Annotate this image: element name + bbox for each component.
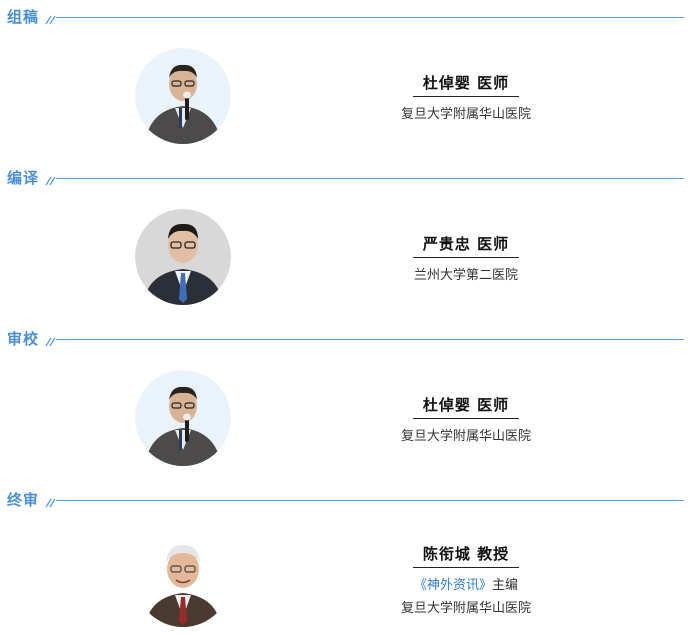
section-header: 编译 xyxy=(0,163,690,189)
section-title: 编译 xyxy=(7,169,40,187)
person-role: 《神外资讯》主编 xyxy=(356,574,576,593)
section-header: 组稿 xyxy=(0,2,690,28)
person-name: 杜倬婴 医师 xyxy=(412,394,520,419)
avatar xyxy=(135,531,231,627)
person-institution: 兰州大学第二医院 xyxy=(413,268,518,283)
section-title: 终审 xyxy=(7,491,40,509)
person-card: 杜倬婴 医师 复旦大学附属华山医院 xyxy=(356,72,576,122)
slash-decoration-icon xyxy=(45,337,56,347)
person-institution: 复旦大学附属华山医院 xyxy=(400,429,531,444)
section-final-review: 终审 陈衔城 教授 《神外资讯》主编 复旦大学附属华山医院 xyxy=(0,485,690,634)
person-name: 陈衔城 教授 xyxy=(412,543,520,568)
avatar xyxy=(135,370,231,466)
person-card: 严贵忠 医师 兰州大学第二医院 xyxy=(356,233,576,283)
section-title: 组稿 xyxy=(7,8,40,26)
journal-link[interactable]: 《神外资讯》 xyxy=(414,578,492,593)
section-header: 审校 xyxy=(0,324,690,350)
section-title: 审校 xyxy=(7,330,40,348)
section-divider xyxy=(56,178,684,179)
slash-decoration-icon xyxy=(45,15,56,25)
slash-decoration-icon xyxy=(45,498,56,508)
person-institution: 复旦大学附属华山医院 xyxy=(400,601,531,616)
person-card: 陈衔城 教授 《神外资讯》主编 复旦大学附属华山医院 xyxy=(356,543,576,616)
section-translator: 编译 严贵忠 医师 兰州大学第二医院 xyxy=(0,163,690,323)
person-name: 杜倬婴 医师 xyxy=(412,72,520,97)
section-header: 终审 xyxy=(0,485,690,511)
role-label: 主编 xyxy=(492,578,519,593)
avatar xyxy=(135,209,231,305)
section-reviewer: 审校 杜倬婴 医师 复旦大学附属华山医院 xyxy=(0,324,690,484)
person-name: 严贵忠 医师 xyxy=(412,233,520,258)
avatar xyxy=(135,48,231,144)
section-organizer: 组稿 杜倬婴 医师 复旦大学附属华山医院 xyxy=(0,2,690,162)
section-divider xyxy=(56,500,684,501)
slash-decoration-icon xyxy=(45,176,56,186)
section-divider xyxy=(56,17,684,18)
person-institution: 复旦大学附属华山医院 xyxy=(400,107,531,122)
person-card: 杜倬婴 医师 复旦大学附属华山医院 xyxy=(356,394,576,444)
section-divider xyxy=(56,339,684,340)
